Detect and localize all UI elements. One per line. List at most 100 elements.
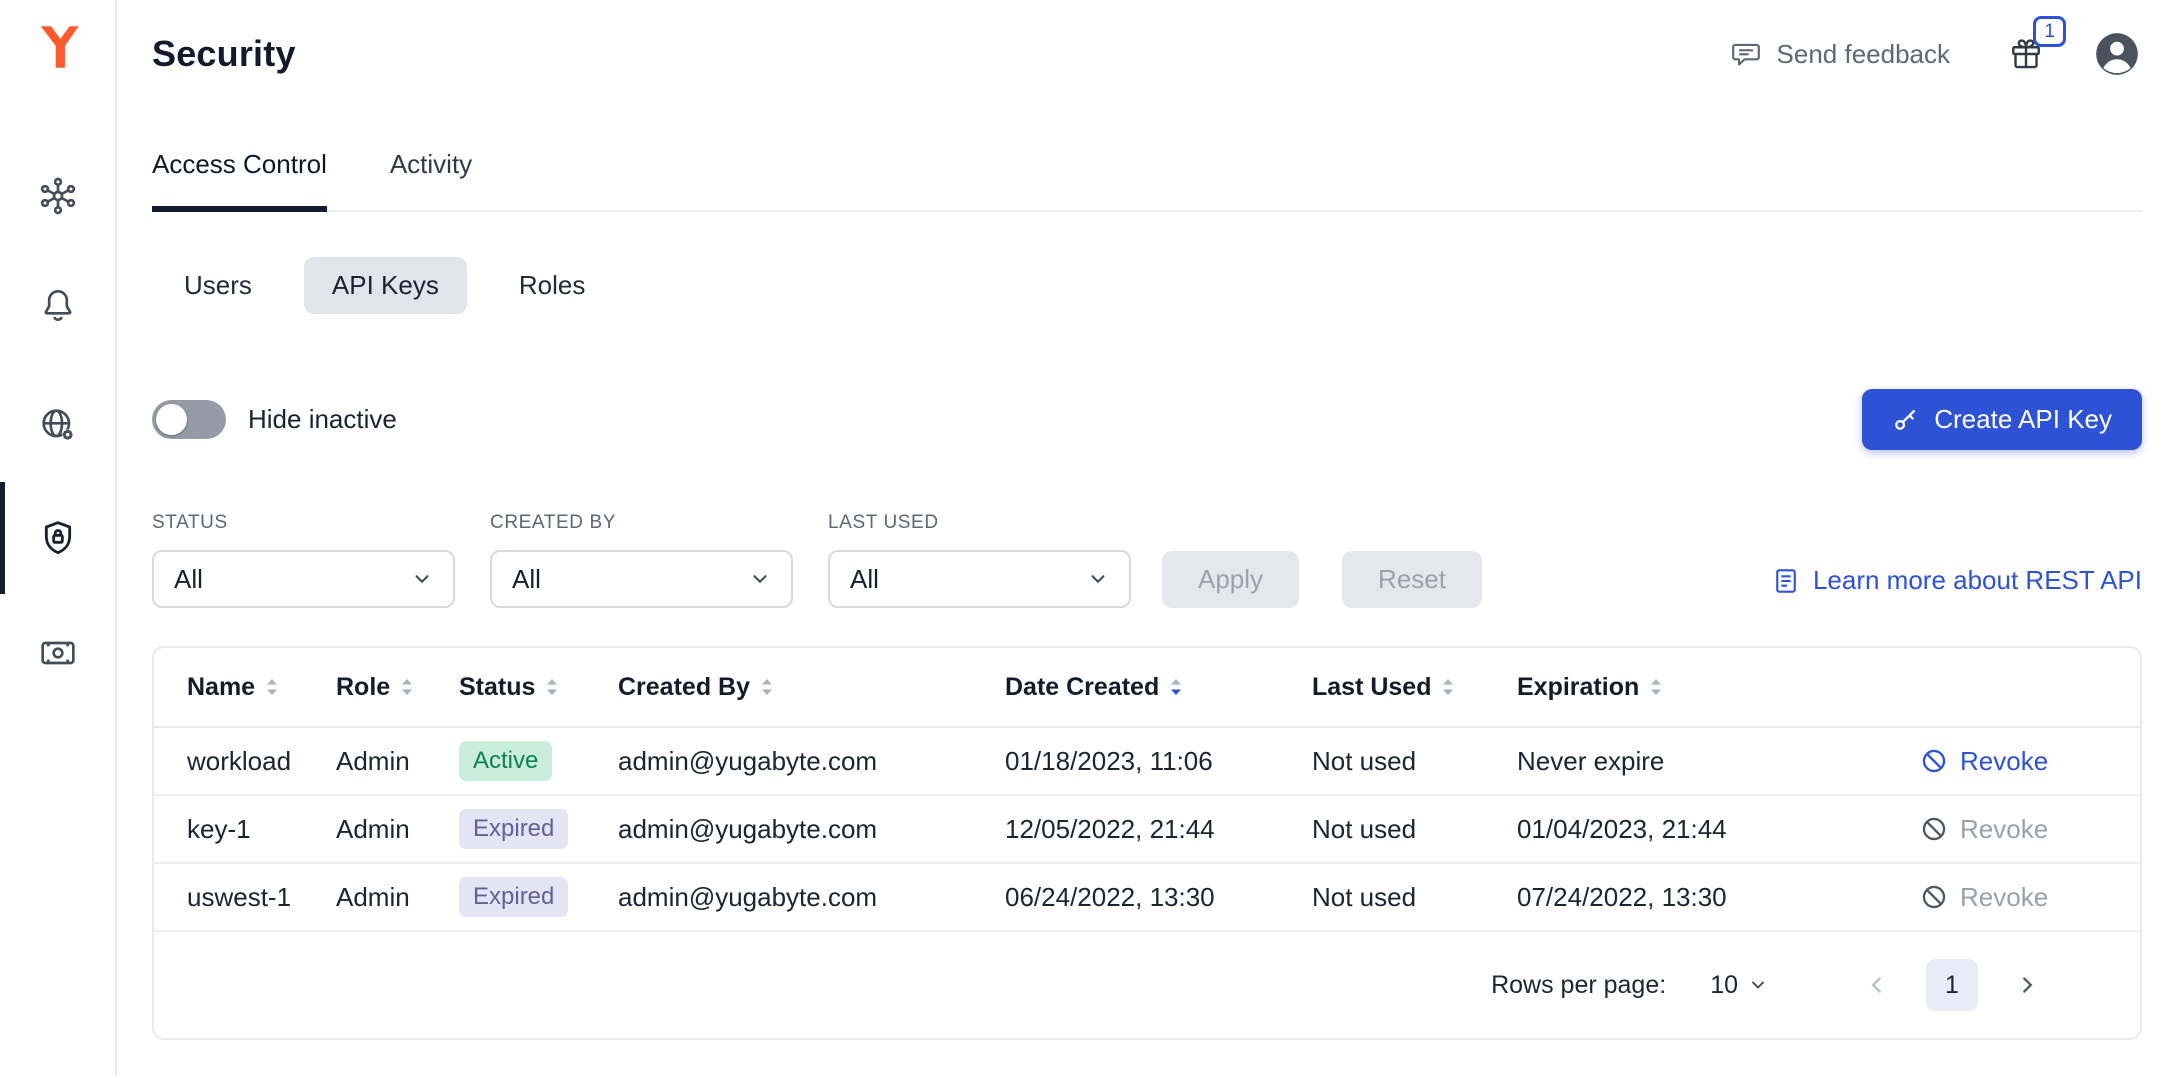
sort-icon <box>265 677 279 697</box>
chevron-down-icon <box>1748 975 1768 995</box>
cell-role: Admin <box>336 882 459 913</box>
toolbar: Hide inactive Create API Key <box>152 388 2142 450</box>
cell-role: Admin <box>336 814 459 845</box>
rows-per-page-select[interactable]: 10 <box>1710 971 1768 1000</box>
filter-last-used: LAST USED All <box>828 512 1131 608</box>
key-icon <box>1892 406 1919 433</box>
sort-icon <box>1649 677 1663 697</box>
profile-avatar[interactable] <box>2092 29 2142 79</box>
cell-created-by: admin@yugabyte.com <box>618 746 1005 777</box>
chevron-down-icon <box>1087 568 1109 590</box>
sidebar-item-billing[interactable] <box>0 633 115 673</box>
send-feedback-button[interactable]: Send feedback <box>1730 38 1950 70</box>
tab-activity[interactable]: Activity <box>390 118 472 210</box>
hide-inactive-toggle[interactable] <box>152 400 226 439</box>
cell-last-used: Not used <box>1312 814 1517 845</box>
subtab-roles[interactable]: Roles <box>519 270 585 301</box>
column-header-status[interactable]: Status <box>459 673 618 702</box>
next-page-button[interactable] <box>2014 972 2040 998</box>
create-api-key-button[interactable]: Create API Key <box>1862 389 2142 450</box>
column-header-last-used[interactable]: Last Used <box>1312 673 1517 702</box>
tab-access-control[interactable]: Access Control <box>152 118 327 210</box>
sidebar-item-network[interactable] <box>0 405 115 445</box>
filter-status-label: STATUS <box>152 512 455 534</box>
apply-button[interactable]: Apply <box>1162 551 1299 608</box>
sidebar-item-clusters[interactable] <box>0 176 115 216</box>
filter-created-by-select[interactable]: All <box>490 550 793 608</box>
create-api-key-label: Create API Key <box>1934 404 2112 435</box>
chevron-right-icon <box>2014 972 2040 998</box>
feedback-bubble-icon <box>1730 38 1762 70</box>
table-header-row: Name Role Status Created By Date Created <box>154 648 2140 728</box>
cell-created-by: admin@yugabyte.com <box>618 814 1005 845</box>
revoke-icon <box>1920 815 1948 843</box>
pagination-bar: Rows per page: 10 1 <box>154 932 2140 1038</box>
sidebar-item-alerts[interactable] <box>0 286 115 326</box>
table-row: uswest-1 Admin Expired admin@yugabyte.co… <box>154 864 2140 932</box>
status-badge: Active <box>459 741 552 781</box>
page-header: Security Send feedback <box>152 26 2142 82</box>
tab-bar: Access Control Activity <box>152 118 2142 212</box>
cell-last-used: Not used <box>1312 746 1517 777</box>
cell-name: workload <box>187 746 336 777</box>
learn-more-label: Learn more about REST API <box>1813 565 2142 596</box>
filter-created-by-label: CREATED BY <box>490 512 793 534</box>
cell-name: uswest-1 <box>187 882 336 913</box>
learn-more-link[interactable]: Learn more about REST API <box>1772 565 2142 596</box>
gift-button[interactable]: 1 <box>2008 36 2044 72</box>
sort-icon <box>1441 677 1455 697</box>
api-keys-table: Name Role Status Created By Date Created <box>152 646 2142 1040</box>
hide-inactive-label: Hide inactive <box>248 404 397 435</box>
revoke-button[interactable]: Revoke <box>1920 882 2107 913</box>
revoke-button[interactable]: Revoke <box>1920 814 2107 845</box>
filter-status-select[interactable]: All <box>152 550 455 608</box>
filter-created-by: CREATED BY All <box>490 512 793 608</box>
page-number-button[interactable]: 1 <box>1926 959 1978 1011</box>
sort-icon <box>760 677 774 697</box>
table-row: key-1 Admin Expired admin@yugabyte.com 1… <box>154 796 2140 864</box>
sort-icon <box>545 677 559 697</box>
sort-icon-active <box>1169 677 1183 697</box>
subtab-users[interactable]: Users <box>184 270 252 301</box>
revoke-icon <box>1920 883 1948 911</box>
cell-last-used: Not used <box>1312 882 1517 913</box>
chevron-left-icon <box>1864 972 1890 998</box>
cell-name: key-1 <box>187 814 336 845</box>
cell-expiration: 07/24/2022, 13:30 <box>1517 882 1920 913</box>
status-badge: Expired <box>459 877 568 917</box>
reset-button[interactable]: Reset <box>1342 551 1482 608</box>
chevron-down-icon <box>411 568 433 590</box>
sidebar <box>0 0 117 1076</box>
table-row: workload Admin Active admin@yugabyte.com… <box>154 728 2140 796</box>
column-header-date-created[interactable]: Date Created <box>1005 673 1312 702</box>
previous-page-button[interactable] <box>1864 972 1890 998</box>
cell-date-created: 01/18/2023, 11:06 <box>1005 746 1312 777</box>
revoke-icon <box>1920 747 1948 775</box>
globe-settings-icon <box>38 405 78 445</box>
cell-date-created: 06/24/2022, 13:30 <box>1005 882 1312 913</box>
header-actions: Send feedback 1 <box>1730 29 2142 79</box>
gift-badge: 1 <box>2033 16 2066 47</box>
filter-status-value: All <box>174 564 203 595</box>
status-badge: Expired <box>459 809 568 849</box>
yugabyte-logo[interactable] <box>35 24 81 70</box>
column-header-name[interactable]: Name <box>187 673 336 702</box>
column-header-role[interactable]: Role <box>336 673 459 702</box>
sidebar-item-security[interactable] <box>0 518 115 558</box>
sort-icon <box>400 677 414 697</box>
subtab-api-keys[interactable]: API Keys <box>304 257 467 314</box>
app-root: Security Send feedback <box>0 0 2164 1076</box>
toggle-knob <box>156 404 187 435</box>
cluster-network-icon <box>38 176 78 216</box>
filter-last-used-label: LAST USED <box>828 512 1131 534</box>
sidebar-nav <box>0 70 115 673</box>
column-header-expiration[interactable]: Expiration <box>1517 673 1920 702</box>
cell-expiration: 01/04/2023, 21:44 <box>1517 814 1920 845</box>
filter-last-used-select[interactable]: All <box>828 550 1131 608</box>
filter-status: STATUS All <box>152 512 455 608</box>
cell-created-by: admin@yugabyte.com <box>618 882 1005 913</box>
rows-per-page-label: Rows per page: <box>1491 971 1666 1000</box>
avatar-icon <box>2092 29 2142 79</box>
column-header-created-by[interactable]: Created By <box>618 673 1005 702</box>
revoke-button[interactable]: Revoke <box>1920 746 2107 777</box>
